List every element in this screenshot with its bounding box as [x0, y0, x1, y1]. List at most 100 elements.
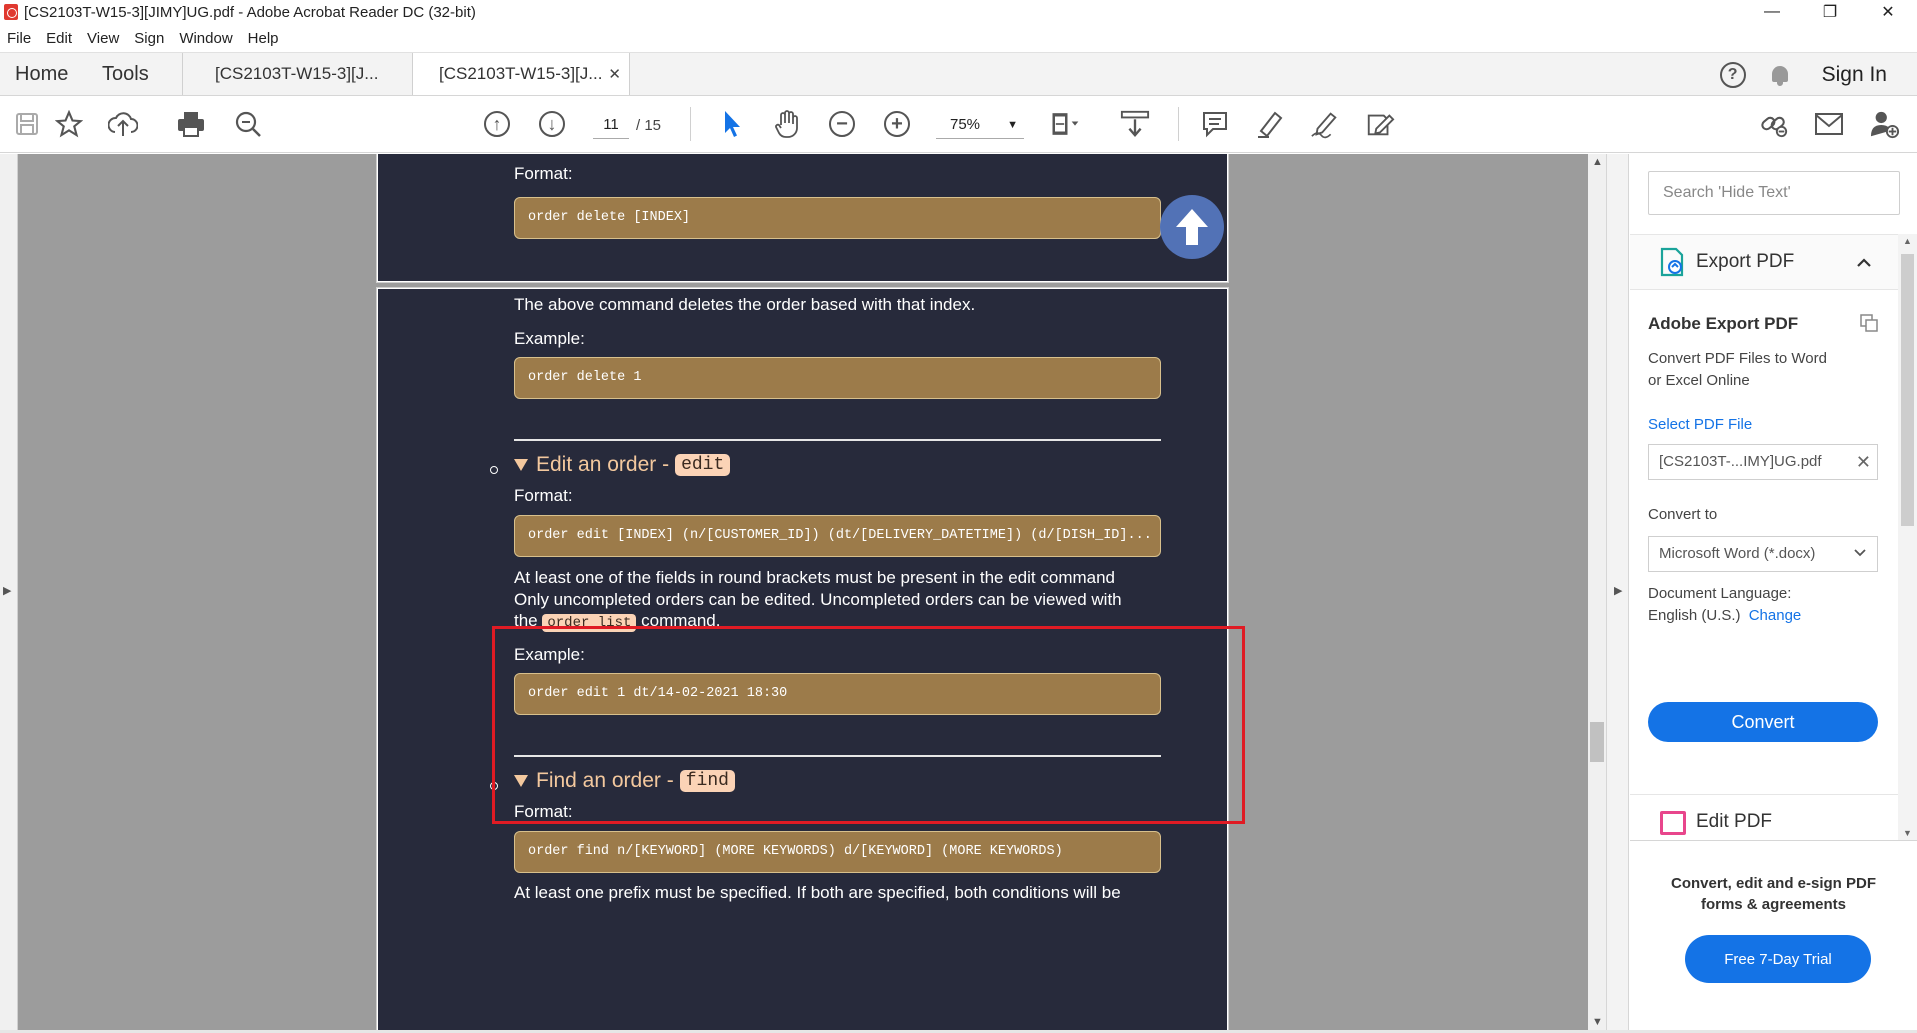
scroll-up-icon[interactable]: ▲: [1903, 236, 1912, 246]
zoom-search-icon[interactable]: [233, 109, 263, 139]
list-bullet: [490, 466, 498, 474]
menu-file[interactable]: File: [0, 30, 39, 47]
email-icon[interactable]: [1814, 109, 1844, 139]
chevron-up-icon[interactable]: [1856, 254, 1872, 270]
document-scrollbar[interactable]: ▲ ▼: [1588, 154, 1606, 1030]
sign-in-button[interactable]: Sign In: [1822, 63, 1887, 87]
save-icon[interactable]: [12, 109, 42, 139]
restore-button[interactable]: ❐: [1801, 0, 1859, 24]
edit-pdf-icon: [1660, 811, 1686, 835]
menu-window[interactable]: Window: [172, 30, 240, 47]
find-order-heading: Find an order - find: [514, 769, 735, 793]
fill-sign-icon[interactable]: [1365, 109, 1395, 139]
scroll-up-icon[interactable]: ▲: [1592, 156, 1603, 168]
acrobat-pdf-icon: [4, 4, 18, 20]
scrollbar-thumb[interactable]: [1590, 722, 1604, 762]
edit-pdf-tool[interactable]: Edit PDF: [1630, 794, 1898, 840]
print-icon[interactable]: [176, 109, 206, 139]
tab-document-1-label: [CS2103T-W15-3][J...: [215, 64, 379, 83]
document-viewer[interactable]: Format: order delete [INDEX] The above c…: [18, 154, 1588, 1030]
hand-tool-icon[interactable]: [772, 109, 802, 139]
right-panel-toggle[interactable]: ▶: [1606, 154, 1629, 1030]
scroll-down-icon[interactable]: ▼: [1903, 828, 1912, 838]
free-trial-button[interactable]: Free 7-Day Trial: [1685, 935, 1871, 983]
side-panel-scrollbar[interactable]: ▲ ▼: [1898, 234, 1917, 840]
window-controls: — ❐ ✕: [1743, 0, 1917, 24]
example-label: Example:: [514, 329, 585, 348]
zoom-level-select[interactable]: 75% ▼: [936, 111, 1024, 139]
pdf-page: Format: order delete [INDEX]: [376, 154, 1229, 283]
menu-sign[interactable]: Sign: [127, 30, 172, 47]
highlight-pen-icon[interactable]: [1255, 109, 1285, 139]
zoom-in-icon[interactable]: +: [882, 109, 912, 139]
toolbar-divider: [690, 107, 691, 141]
scrollbar-thumb[interactable]: [1901, 254, 1914, 526]
convert-button[interactable]: Convert: [1648, 702, 1878, 742]
heading-code-pill: find: [679, 770, 735, 792]
tab-document-2-label: [CS2103T-W15-3][J...: [439, 64, 603, 83]
comment-icon[interactable]: [1200, 109, 1230, 139]
promo-line: Convert, edit and e-sign PDF: [1670, 875, 1877, 892]
document-language-label: Document Language:: [1648, 585, 1792, 602]
example-label: Example:: [514, 645, 585, 664]
selected-file-name: [CS2103T-...IMY]UG.pdf: [1659, 453, 1822, 470]
export-pdf-icon: [1660, 247, 1686, 277]
tab-document-1[interactable]: [CS2103T-W15-3][J...: [182, 53, 412, 95]
left-panel-toggle[interactable]: ▶: [0, 154, 18, 1030]
menu-view[interactable]: View: [80, 30, 127, 47]
menu-edit[interactable]: Edit: [39, 30, 80, 47]
scrolling-mode-icon[interactable]: [1120, 109, 1150, 139]
help-icon[interactable]: ?: [1719, 62, 1746, 88]
upload-cloud-icon[interactable]: [108, 109, 138, 139]
add-user-icon[interactable]: [1870, 109, 1900, 139]
tools-side-panel: Search 'Hide Text' Export PDF Adobe Expo…: [1630, 154, 1917, 1030]
promo-section: Convert, edit and e-sign PDF forms & agr…: [1630, 840, 1917, 1030]
sign-pen-icon[interactable]: [1310, 109, 1340, 139]
promo-text: Convert, edit and e-sign PDF forms & agr…: [1630, 873, 1917, 915]
chevron-down-icon: [1853, 537, 1867, 571]
share-link-icon[interactable]: [1759, 109, 1789, 139]
code-block: order edit [INDEX] (n/[CUSTOMER_ID]) (dt…: [514, 515, 1161, 557]
change-language-link[interactable]: Change: [1749, 607, 1802, 624]
export-description: or Excel Online: [1648, 372, 1750, 389]
selected-file-field[interactable]: [CS2103T-...IMY]UG.pdf ✕: [1648, 444, 1878, 480]
previous-page-icon[interactable]: ↑: [482, 109, 512, 139]
edit-note-line: Only uncompleted orders can be edited. U…: [514, 590, 1122, 609]
tab-document-2[interactable]: [CS2103T-W15-3][J... ✕: [412, 53, 630, 95]
tab-tools[interactable]: Tools: [84, 53, 182, 95]
select-pointer-icon[interactable]: [718, 109, 748, 139]
inline-code: order list: [542, 614, 637, 632]
text-fragment: the: [514, 611, 538, 630]
copy-icon[interactable]: [1860, 314, 1878, 332]
format-label: Format:: [514, 486, 573, 505]
next-page-icon[interactable]: ↓: [537, 109, 567, 139]
format-label: Format:: [514, 802, 573, 821]
close-window-button[interactable]: ✕: [1859, 0, 1917, 24]
collapse-right-icon: ▶: [1614, 585, 1623, 597]
menu-help[interactable]: Help: [241, 30, 287, 47]
edit-note-line: At least one of the fields in round brac…: [514, 568, 1116, 587]
scroll-to-top-button[interactable]: [1160, 195, 1224, 259]
notification-bell-icon[interactable]: [1770, 64, 1790, 86]
minimize-button[interactable]: —: [1743, 0, 1801, 24]
fit-page-icon[interactable]: [1050, 109, 1080, 139]
clear-file-icon[interactable]: ✕: [1856, 445, 1871, 479]
tab-home[interactable]: Home: [0, 53, 84, 95]
scroll-down-icon[interactable]: ▼: [1592, 1016, 1603, 1028]
section-divider: [514, 755, 1161, 757]
code-block: order edit 1 dt/14-02-2021 18:30: [514, 673, 1161, 715]
tab-bar: Home Tools [CS2103T-W15-3][J... [CS2103T…: [0, 52, 1917, 96]
toolbar: ↑ ↓ 11 / 15 − + 75% ▼: [0, 97, 1917, 153]
bookmark-star-icon[interactable]: [54, 109, 84, 139]
disclosure-triangle-icon[interactable]: [514, 459, 528, 471]
edit-note-line: the order list command.: [514, 611, 721, 632]
zoom-out-icon[interactable]: −: [827, 109, 857, 139]
export-pdf-header[interactable]: Export PDF: [1630, 234, 1898, 290]
adobe-export-pdf-heading: Adobe Export PDF: [1648, 314, 1799, 333]
disclosure-triangle-icon[interactable]: [514, 775, 528, 787]
convert-to-select[interactable]: Microsoft Word (*.docx): [1648, 536, 1878, 572]
select-pdf-file-link[interactable]: Select PDF File: [1648, 416, 1752, 433]
search-tools-input[interactable]: Search 'Hide Text': [1648, 171, 1900, 215]
close-tab-icon[interactable]: ✕: [608, 65, 621, 83]
page-number-input[interactable]: 11: [593, 111, 629, 139]
